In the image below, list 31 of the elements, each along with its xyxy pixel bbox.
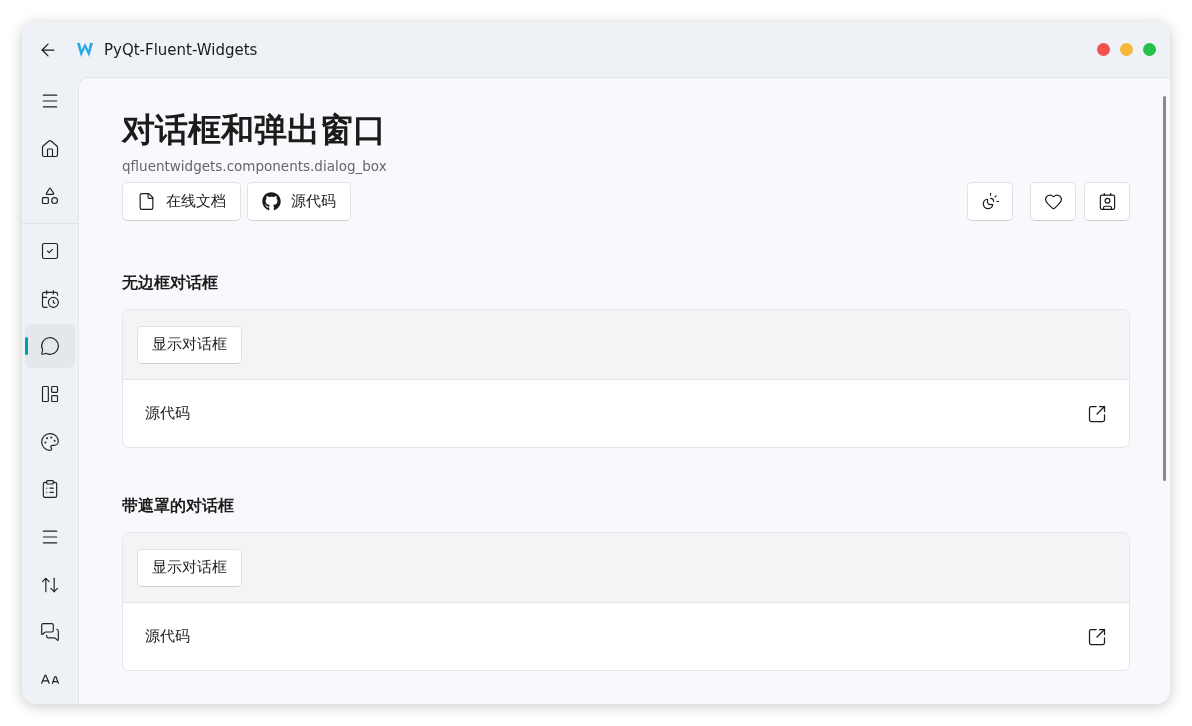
favorite-button[interactable] — [1030, 182, 1076, 221]
document-icon — [137, 192, 156, 211]
clipboard-icon — [40, 479, 60, 500]
source-code-label: 源代码 — [145, 404, 190, 423]
documentation-button[interactable]: 在线文档 — [122, 182, 241, 221]
home-icon — [40, 138, 60, 159]
show-dialog-button[interactable]: 显示对话框 — [137, 548, 242, 587]
scrollbar[interactable] — [1163, 96, 1166, 481]
heart-icon — [1043, 192, 1063, 211]
close-button[interactable] — [1097, 43, 1110, 56]
show-dialog-button[interactable]: 显示对话框 — [137, 325, 242, 364]
layout-icon — [40, 383, 60, 404]
module-path: qfluentwidgets.components.dialog_box — [122, 158, 388, 174]
external-link-icon[interactable] — [1087, 403, 1107, 424]
chat-bubbles-icon — [40, 622, 60, 643]
github-icon — [262, 192, 281, 211]
shapes-icon — [40, 186, 60, 207]
window-title: PyQt-Fluent-Widgets — [104, 40, 258, 59]
palette-icon — [40, 431, 60, 452]
source-code-label: 源代码 — [145, 627, 190, 646]
checkbox-icon — [40, 240, 60, 261]
app-logo-icon — [76, 41, 94, 58]
chat-bubble-icon — [40, 336, 60, 357]
theme-toggle-button[interactable] — [967, 182, 1013, 221]
external-link-icon[interactable] — [1087, 626, 1107, 647]
section-heading: 无边框对话框 — [122, 273, 219, 294]
page-title: 对话框和弹出窗口 — [122, 109, 387, 151]
source-code-button[interactable]: 源代码 — [247, 182, 351, 221]
feedback-button[interactable] — [1084, 182, 1130, 221]
section-heading: 带遮罩的对话框 — [122, 496, 235, 517]
calendar-clock-icon — [40, 288, 60, 309]
